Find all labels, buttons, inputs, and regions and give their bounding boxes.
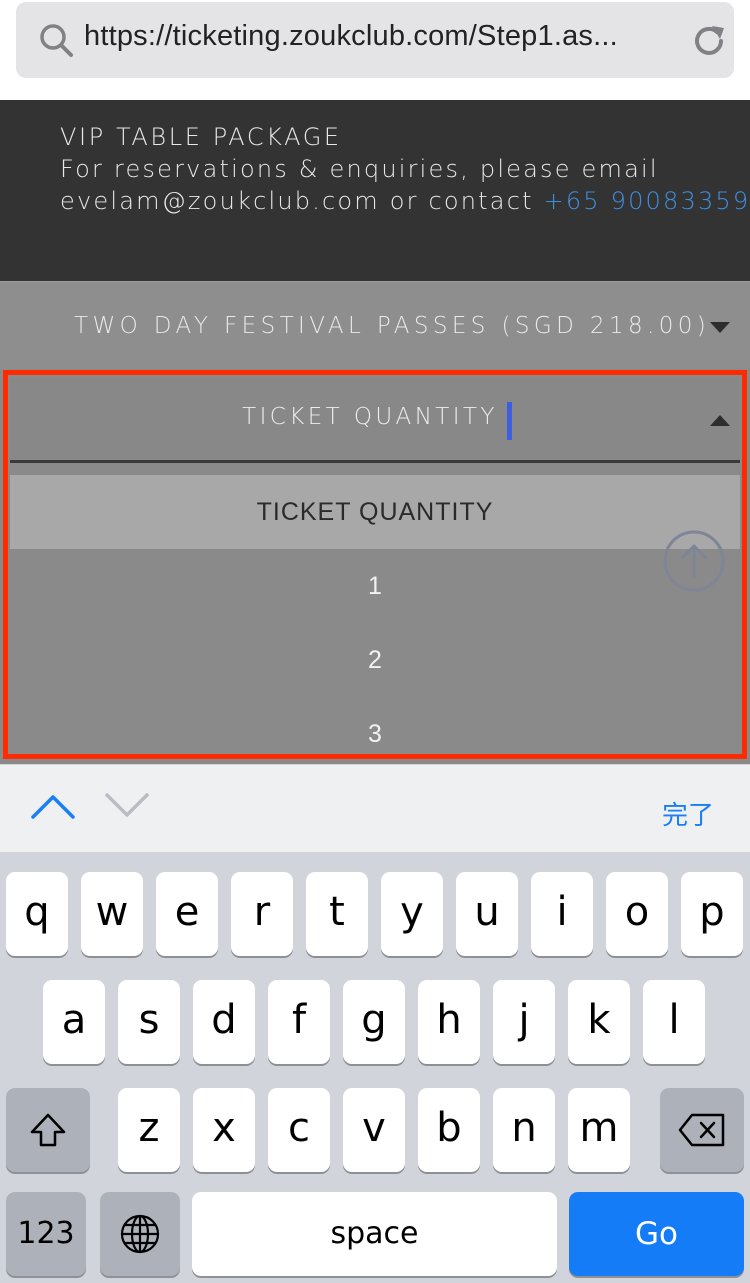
- key-f[interactable]: f: [268, 980, 330, 1064]
- done-button[interactable]: 完了: [662, 795, 714, 832]
- key-g[interactable]: g: [343, 980, 405, 1064]
- screen: https://ticketing.zoukclub.com/Step1.as.…: [0, 0, 750, 1283]
- quantity-option-2[interactable]: 2: [10, 623, 740, 697]
- festival-passes-label: TWO DAY FESTIVAL PASSES (SGD 218.00): [74, 313, 711, 339]
- space-key[interactable]: space: [192, 1192, 557, 1276]
- scroll-to-top-icon[interactable]: [662, 529, 726, 593]
- text-cursor: [507, 402, 512, 440]
- ticket-quantity-label: TICKET QUANTITY: [242, 404, 498, 430]
- festival-passes-dropdown[interactable]: TWO DAY FESTIVAL PASSES (SGD 218.00): [0, 281, 750, 369]
- vip-info-section: VIP TABLE PACKAGE For reservations & enq…: [0, 100, 750, 281]
- key-a[interactable]: a: [43, 980, 105, 1064]
- key-q[interactable]: q: [6, 872, 68, 956]
- key-l[interactable]: l: [643, 980, 705, 1064]
- search-icon: [40, 24, 73, 57]
- ticket-quantity-picker: TICKET QUANTITY TICKET QUANTITY 1 2 3: [0, 369, 750, 764]
- key-t[interactable]: t: [306, 872, 368, 956]
- key-r[interactable]: r: [231, 872, 293, 956]
- key-s[interactable]: s: [118, 980, 180, 1064]
- key-w[interactable]: w: [81, 872, 143, 956]
- ticket-quantity-select[interactable]: TICKET QUANTITY: [10, 377, 740, 463]
- quantity-option-placeholder[interactable]: TICKET QUANTITY: [10, 475, 740, 549]
- go-key[interactable]: Go: [569, 1192, 744, 1276]
- key-b[interactable]: b: [418, 1088, 480, 1172]
- key-h[interactable]: h: [418, 980, 480, 1064]
- backspace-key[interactable]: [660, 1088, 744, 1172]
- key-e[interactable]: e: [156, 872, 218, 956]
- numbers-key[interactable]: 123: [6, 1192, 86, 1276]
- key-o[interactable]: o: [606, 872, 668, 956]
- chevron-up-icon: [710, 415, 730, 426]
- key-k[interactable]: k: [568, 980, 630, 1064]
- globe-icon: [120, 1214, 160, 1254]
- vip-contact-line: evelam@zoukclub.com or contact +65 90083…: [60, 187, 750, 215]
- key-p[interactable]: p: [681, 872, 743, 956]
- backspace-icon: [678, 1113, 725, 1147]
- url-text[interactable]: https://ticketing.zoukclub.com/Step1.as.…: [84, 20, 618, 53]
- vip-enquiry-text: For reservations & enquiries, please ema…: [60, 155, 659, 183]
- shift-key[interactable]: [6, 1088, 90, 1172]
- key-m[interactable]: m: [568, 1088, 630, 1172]
- address-bar[interactable]: https://ticketing.zoukclub.com/Step1.as.…: [16, 2, 734, 78]
- key-c[interactable]: c: [268, 1088, 330, 1172]
- key-y[interactable]: y: [381, 872, 443, 956]
- next-field-icon[interactable]: [104, 791, 150, 821]
- phone-link[interactable]: +65 90083359: [544, 187, 750, 215]
- previous-field-icon[interactable]: [30, 791, 76, 821]
- key-i[interactable]: i: [531, 872, 593, 956]
- shift-icon: [30, 1113, 66, 1147]
- vip-title: VIP TABLE PACKAGE: [60, 123, 342, 151]
- vip-email-text: evelam@zoukclub.com or contact: [60, 187, 544, 215]
- quantity-options-list: TICKET QUANTITY 1 2 3: [10, 475, 740, 771]
- browser-toolbar: https://ticketing.zoukclub.com/Step1.as.…: [0, 0, 750, 100]
- quantity-option-1[interactable]: 1: [10, 549, 740, 623]
- keyboard-accessory-bar: 完了: [0, 764, 750, 852]
- key-u[interactable]: u: [456, 872, 518, 956]
- quantity-option-3[interactable]: 3: [10, 697, 740, 771]
- key-n[interactable]: n: [493, 1088, 555, 1172]
- chevron-down-icon: [710, 322, 730, 333]
- reload-icon[interactable]: [690, 22, 728, 60]
- key-j[interactable]: j: [493, 980, 555, 1064]
- key-z[interactable]: z: [118, 1088, 180, 1172]
- globe-key[interactable]: [100, 1192, 180, 1276]
- keyboard: qwertyuiop asdfghjkl zxcvbnm 123 space G…: [0, 852, 750, 1283]
- key-v[interactable]: v: [343, 1088, 405, 1172]
- key-x[interactable]: x: [193, 1088, 255, 1172]
- key-d[interactable]: d: [193, 980, 255, 1064]
